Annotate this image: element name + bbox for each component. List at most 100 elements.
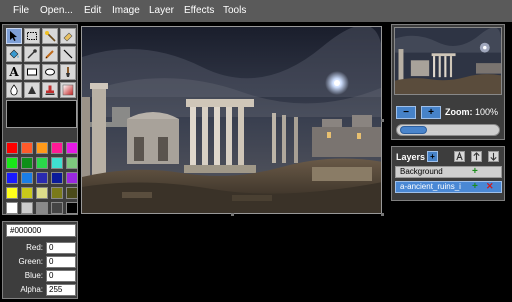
palette-swatch[interactable] — [66, 202, 78, 214]
palette-swatch[interactable] — [6, 142, 18, 154]
palette-swatch[interactable] — [6, 157, 18, 169]
gradient-icon — [62, 84, 74, 96]
fill-tool[interactable] — [6, 46, 22, 62]
palette-swatch[interactable] — [51, 142, 63, 154]
zoom-in-button[interactable]: + — [421, 106, 441, 119]
palette-swatch[interactable] — [21, 142, 33, 154]
palette-swatch[interactable] — [36, 202, 48, 214]
layers-title: Layers — [396, 152, 426, 162]
line-icon — [63, 49, 73, 59]
palette-swatch[interactable] — [51, 187, 63, 199]
move-layer-down-button[interactable] — [488, 151, 499, 162]
text-tool[interactable]: A — [6, 64, 22, 80]
text-icon: A — [9, 65, 19, 79]
eraser-icon — [63, 32, 73, 42]
palette-swatch[interactable] — [66, 172, 78, 184]
red-input[interactable]: 0 — [46, 242, 76, 254]
zoom-label: Zoom: — [445, 107, 473, 117]
color-values-panel: #000000 Red: 0 Green: 0 Blue: 0 Alpha: 2… — [2, 221, 78, 299]
canvas-resize-handle-bottom[interactable] — [231, 213, 234, 216]
menu-effects[interactable]: Effects — [184, 4, 214, 17]
layer-delete-icon[interactable]: ✕ — [486, 181, 494, 192]
layer-row-background[interactable]: Background + — [395, 166, 502, 178]
canvas-resize-handle-right[interactable] — [381, 119, 384, 122]
add-layer-button[interactable]: + — [427, 151, 438, 162]
palette-swatch[interactable] — [66, 142, 78, 154]
menu-tools[interactable]: Tools — [223, 4, 246, 17]
brush-preview — [6, 100, 77, 128]
stamp-icon — [45, 85, 55, 95]
magic-wand-icon — [45, 31, 56, 42]
eyedropper-tool[interactable] — [24, 46, 40, 62]
brush-tool[interactable] — [60, 64, 76, 80]
palette-swatch[interactable] — [6, 172, 18, 184]
magic-wand-tool[interactable] — [42, 28, 58, 44]
hex-color-input[interactable]: #000000 — [6, 224, 76, 237]
paint-bucket-icon — [9, 49, 19, 59]
palette-swatch[interactable] — [66, 187, 78, 199]
layers-panel: Layers + Background + a-ancient_ruins_i … — [391, 146, 505, 201]
ellipse-tool[interactable] — [42, 64, 58, 80]
palette-swatch[interactable] — [21, 157, 33, 169]
layer-row-ancient-ruins[interactable]: a-ancient_ruins_i + ✕ — [395, 181, 502, 193]
palette-swatch[interactable] — [21, 172, 33, 184]
menu-file[interactable]: File — [13, 4, 29, 17]
zoom-slider-fill[interactable] — [400, 126, 427, 134]
pencil-tool[interactable] — [42, 46, 58, 62]
sharpen-tool[interactable] — [24, 82, 40, 98]
alpha-input[interactable]: 255 — [46, 284, 76, 296]
canvas-resize-handle-corner[interactable] — [381, 213, 384, 216]
blue-label: Blue: — [24, 271, 43, 280]
letter-a-icon — [456, 152, 463, 161]
menu-open[interactable]: Open... — [40, 4, 73, 17]
rectangle-icon — [27, 68, 37, 76]
palette-swatch[interactable] — [21, 187, 33, 199]
ellipse-icon — [45, 68, 55, 76]
rectangle-tool[interactable] — [24, 64, 40, 80]
image-canvas[interactable] — [81, 26, 382, 214]
eyedropper-icon — [27, 49, 37, 59]
pencil-icon — [45, 50, 54, 59]
navigator-thumbnail[interactable] — [394, 27, 502, 95]
menu-layer[interactable]: Layer — [149, 4, 174, 17]
text-layer-button[interactable] — [454, 151, 465, 162]
zoom-slider[interactable] — [396, 124, 500, 136]
select-tool[interactable] — [6, 28, 22, 44]
marquee-icon — [27, 32, 37, 40]
palette-swatch[interactable] — [21, 202, 33, 214]
layer-add-icon[interactable]: + — [472, 181, 478, 192]
menu-image[interactable]: Image — [112, 4, 140, 17]
palette-swatch[interactable] — [36, 172, 48, 184]
move-layer-up-button[interactable] — [471, 151, 482, 162]
palette-swatch[interactable] — [51, 172, 63, 184]
palette-swatch[interactable] — [51, 202, 63, 214]
arrow-down-icon — [490, 152, 497, 161]
arrow-up-icon — [473, 152, 480, 161]
layer-add-icon[interactable]: + — [472, 166, 478, 177]
red-label: Red: — [26, 243, 43, 252]
clone-stamp-tool[interactable] — [42, 82, 58, 98]
navigator-thumbnail-image — [395, 28, 501, 94]
zoom-out-button[interactable]: − — [396, 106, 416, 119]
tools-panel: A — [2, 24, 78, 215]
blur-tool[interactable] — [6, 82, 22, 98]
green-label: Green: — [18, 257, 43, 266]
line-tool[interactable] — [60, 46, 76, 62]
blue-input[interactable]: 0 — [46, 270, 76, 282]
palette-swatch[interactable] — [66, 157, 78, 169]
rectangle-select-tool[interactable] — [24, 28, 40, 44]
palette-swatch[interactable] — [6, 187, 18, 199]
zoom-readout: Zoom: 100% — [445, 106, 498, 119]
palette-swatch[interactable] — [51, 157, 63, 169]
green-input[interactable]: 0 — [46, 256, 76, 268]
gradient-tool[interactable] — [60, 82, 76, 98]
palette-swatch[interactable] — [36, 157, 48, 169]
palette-swatch[interactable] — [36, 187, 48, 199]
triangle-icon — [28, 86, 36, 94]
brush-icon — [66, 67, 70, 77]
menu-edit[interactable]: Edit — [84, 4, 101, 17]
palette-swatch[interactable] — [6, 202, 18, 214]
eraser-tool[interactable] — [60, 28, 76, 44]
palette-swatch[interactable] — [36, 142, 48, 154]
navigator-panel: − + Zoom: 100% — [391, 24, 505, 140]
